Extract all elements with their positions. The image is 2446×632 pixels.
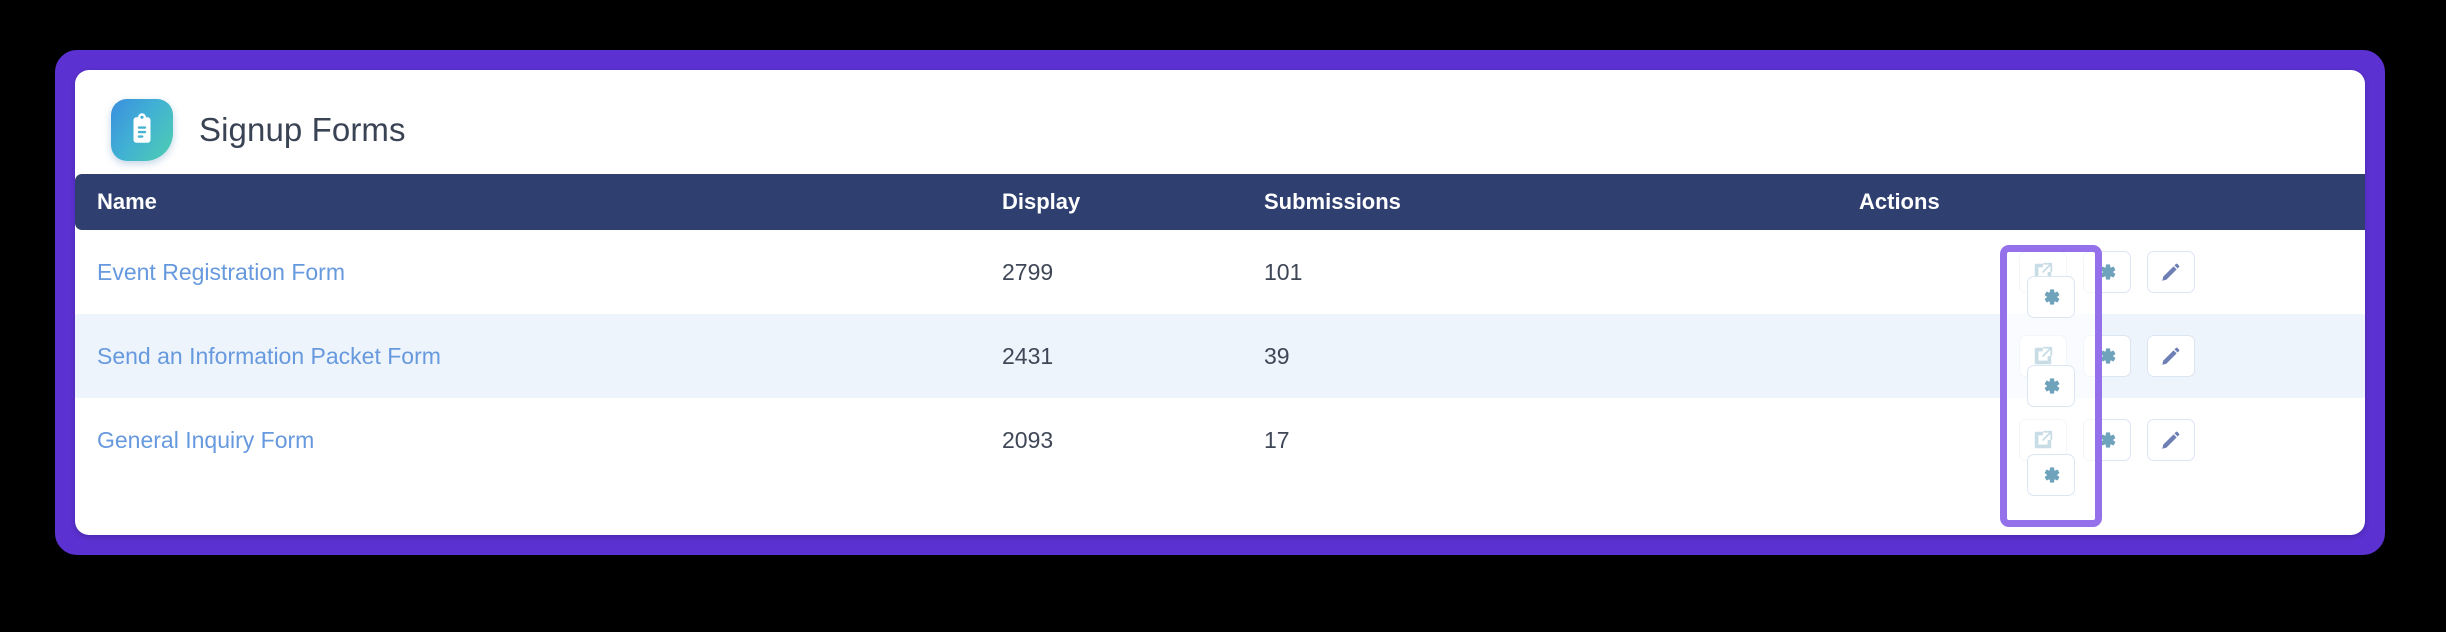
cell-name: Send an Information Packet Form [75, 314, 1002, 398]
external-link-icon [2032, 261, 2054, 283]
card-header: Signup Forms [75, 70, 2365, 162]
column-header-actions: Actions [1859, 174, 2365, 230]
open-form-button[interactable] [2019, 419, 2067, 461]
edit-form-button[interactable] [2147, 335, 2195, 377]
pencil-icon [2160, 345, 2182, 367]
cell-submissions: 17 [1264, 398, 1859, 482]
cell-name: General Inquiry Form [75, 398, 1002, 482]
clipboard-icon [111, 99, 173, 161]
cell-submissions: 39 [1264, 314, 1859, 398]
gear-icon [2096, 261, 2118, 283]
row-actions [1859, 251, 2365, 293]
table-row: Send an Information Packet Form 2431 39 [75, 314, 2365, 398]
column-header-name[interactable]: Name [75, 174, 1002, 230]
form-settings-button[interactable] [2083, 419, 2131, 461]
open-form-button[interactable] [2019, 335, 2067, 377]
cell-actions [1859, 314, 2365, 398]
cell-display: 2093 [1002, 398, 1264, 482]
signup-forms-card: Signup Forms Name Display Submissions Ac… [75, 70, 2365, 535]
edit-form-button[interactable] [2147, 419, 2195, 461]
form-name-link[interactable]: Send an Information Packet Form [97, 343, 441, 369]
form-name-link[interactable]: Event Registration Form [97, 259, 345, 285]
table-body: Event Registration Form 2799 101 Send an… [75, 230, 2365, 482]
cell-display: 2799 [1002, 230, 1264, 314]
column-header-submissions[interactable]: Submissions [1264, 174, 1859, 230]
form-settings-button[interactable] [2083, 251, 2131, 293]
table-row: General Inquiry Form 2093 17 [75, 398, 2365, 482]
cell-submissions: 101 [1264, 230, 1859, 314]
table-row: Event Registration Form 2799 101 [75, 230, 2365, 314]
column-header-display[interactable]: Display [1002, 174, 1264, 230]
table-header-row: Name Display Submissions Actions [75, 174, 2365, 230]
gear-icon [2096, 345, 2118, 367]
pencil-icon [2160, 261, 2182, 283]
form-name-link[interactable]: General Inquiry Form [97, 427, 314, 453]
app-frame: Signup Forms Name Display Submissions Ac… [55, 50, 2385, 555]
open-form-button[interactable] [2019, 251, 2067, 293]
cell-name: Event Registration Form [75, 230, 1002, 314]
external-link-icon [2032, 429, 2054, 451]
gear-icon [2096, 429, 2118, 451]
edit-form-button[interactable] [2147, 251, 2195, 293]
row-actions [1859, 335, 2365, 377]
row-actions [1859, 419, 2365, 461]
signup-forms-table: Name Display Submissions Actions Event R… [75, 174, 2365, 482]
pencil-icon [2160, 429, 2182, 451]
page-title: Signup Forms [199, 111, 406, 148]
form-settings-button[interactable] [2083, 335, 2131, 377]
cell-actions [1859, 230, 2365, 314]
cell-display: 2431 [1002, 314, 1264, 398]
external-link-icon [2032, 345, 2054, 367]
cell-actions [1859, 398, 2365, 482]
table-header: Name Display Submissions Actions [75, 174, 2365, 230]
